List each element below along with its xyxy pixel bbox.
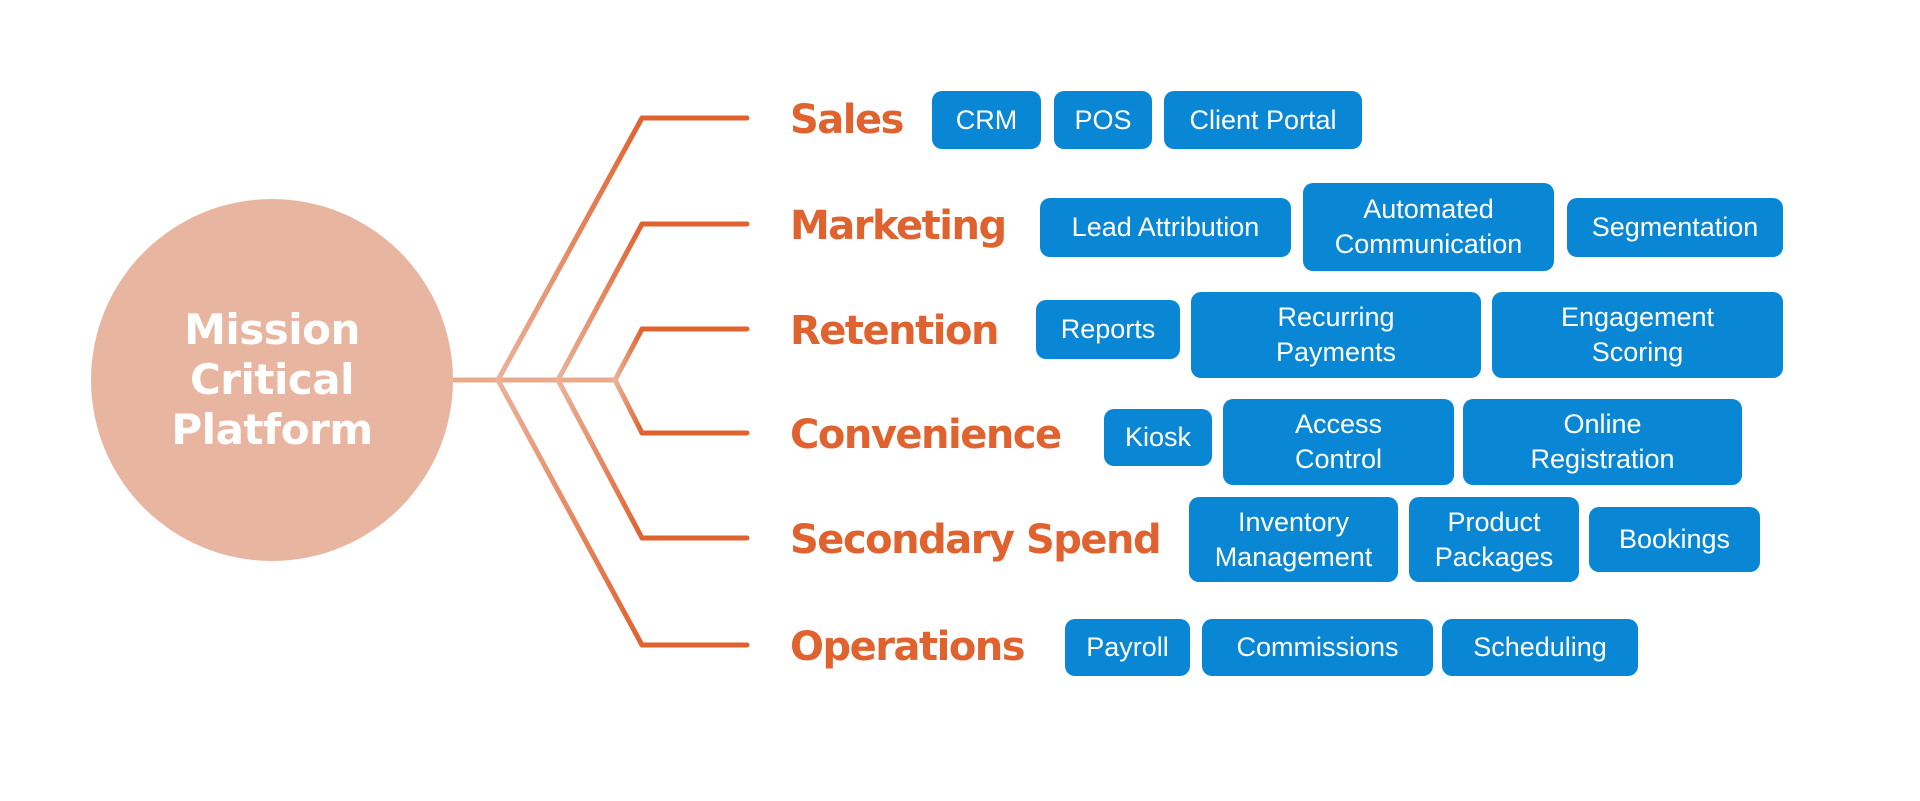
feature-pill-engagement-scoring[interactable]: Engagement Scoring — [1492, 292, 1783, 378]
feature-pill-access-control[interactable]: Access Control — [1223, 399, 1454, 485]
feature-pill-online-registration[interactable]: Online Registration — [1463, 399, 1742, 485]
feature-pill-product-packages[interactable]: Product Packages — [1409, 497, 1579, 582]
branch-diagonal-operations — [495, 377, 645, 648]
category-label-operations: Operations — [790, 624, 1026, 670]
feature-pill-lead-attribution[interactable]: Lead Attribution — [1040, 198, 1291, 257]
category-label-secondary-spend: Secondary Spend — [790, 517, 1162, 563]
feature-pill-recurring-payments[interactable]: Recurring Payments — [1191, 292, 1481, 378]
hub-circle: Mission Critical Platform — [91, 199, 453, 561]
category-label-retention: Retention — [790, 308, 999, 354]
hub-title: Mission Critical Platform — [171, 305, 373, 454]
branch-diagonal-retention — [612, 326, 645, 383]
feature-pill-reports[interactable]: Reports — [1036, 300, 1180, 359]
feature-pill-kiosk[interactable]: Kiosk — [1104, 409, 1212, 466]
branch-diagonal-convenience — [612, 377, 645, 436]
feature-pill-automated-communication[interactable]: Automated Communication — [1303, 183, 1554, 271]
feature-pill-client-portal[interactable]: Client Portal — [1164, 91, 1362, 149]
feature-pill-segmentation[interactable]: Segmentation — [1567, 198, 1783, 257]
feature-pill-crm[interactable]: CRM — [932, 91, 1041, 149]
category-label-sales: Sales — [790, 97, 904, 143]
feature-pill-inventory-management[interactable]: Inventory Management — [1189, 497, 1398, 582]
branch-diagonal-sales — [495, 115, 645, 383]
category-label-convenience: Convenience — [790, 412, 1062, 458]
feature-pill-scheduling[interactable]: Scheduling — [1442, 619, 1638, 676]
feature-pill-commissions[interactable]: Commissions — [1202, 619, 1433, 676]
feature-pill-pos[interactable]: POS — [1054, 91, 1152, 149]
feature-pill-bookings[interactable]: Bookings — [1589, 507, 1760, 572]
category-label-marketing: Marketing — [790, 203, 1007, 249]
feature-pill-payroll[interactable]: Payroll — [1065, 619, 1190, 676]
